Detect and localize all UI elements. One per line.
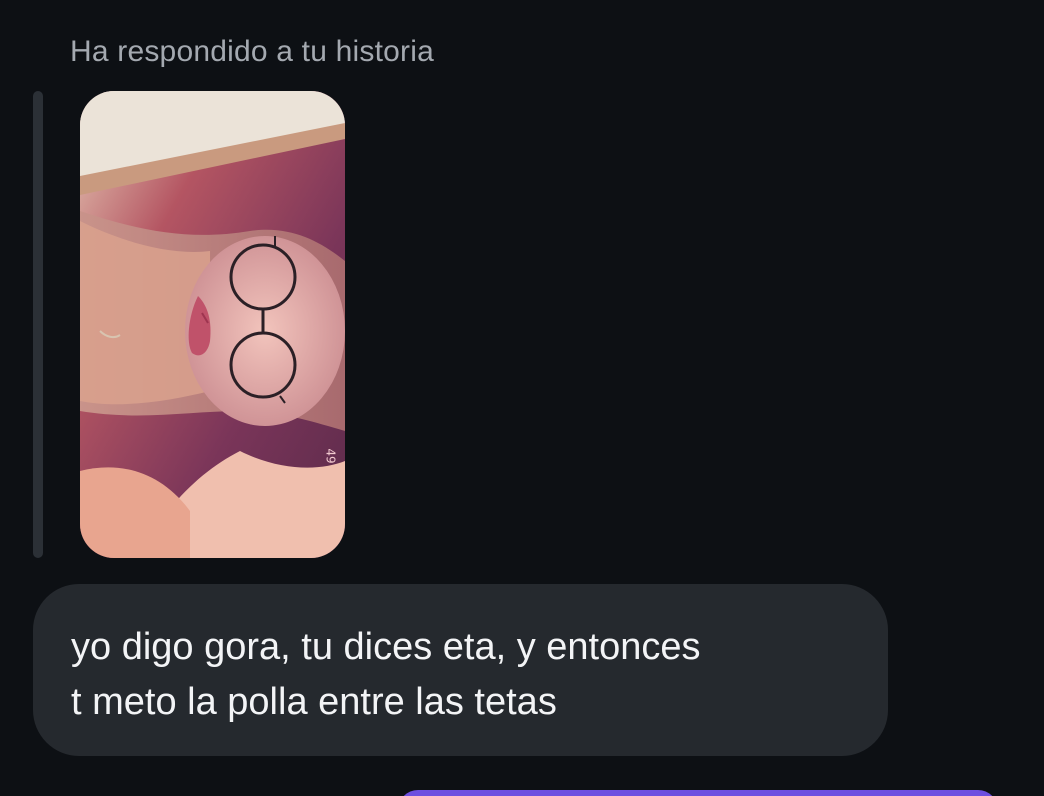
story-reply-label: Ha respondido a tu historia [70,35,434,68]
chat-thread: Ha respondido a tu historia 49 yo digo g… [0,0,1044,796]
reply-quote-bar [33,91,43,558]
story-image [80,91,345,558]
outgoing-message-bubble[interactable] [398,790,998,796]
story-thumbnail[interactable]: 49 [80,91,345,558]
message-text: yo digo gora, tu dices eta, y entonces t… [71,626,701,723]
story-counter: 49 [323,448,338,464]
incoming-message-bubble[interactable]: yo digo gora, tu dices eta, y entonces t… [33,584,888,756]
